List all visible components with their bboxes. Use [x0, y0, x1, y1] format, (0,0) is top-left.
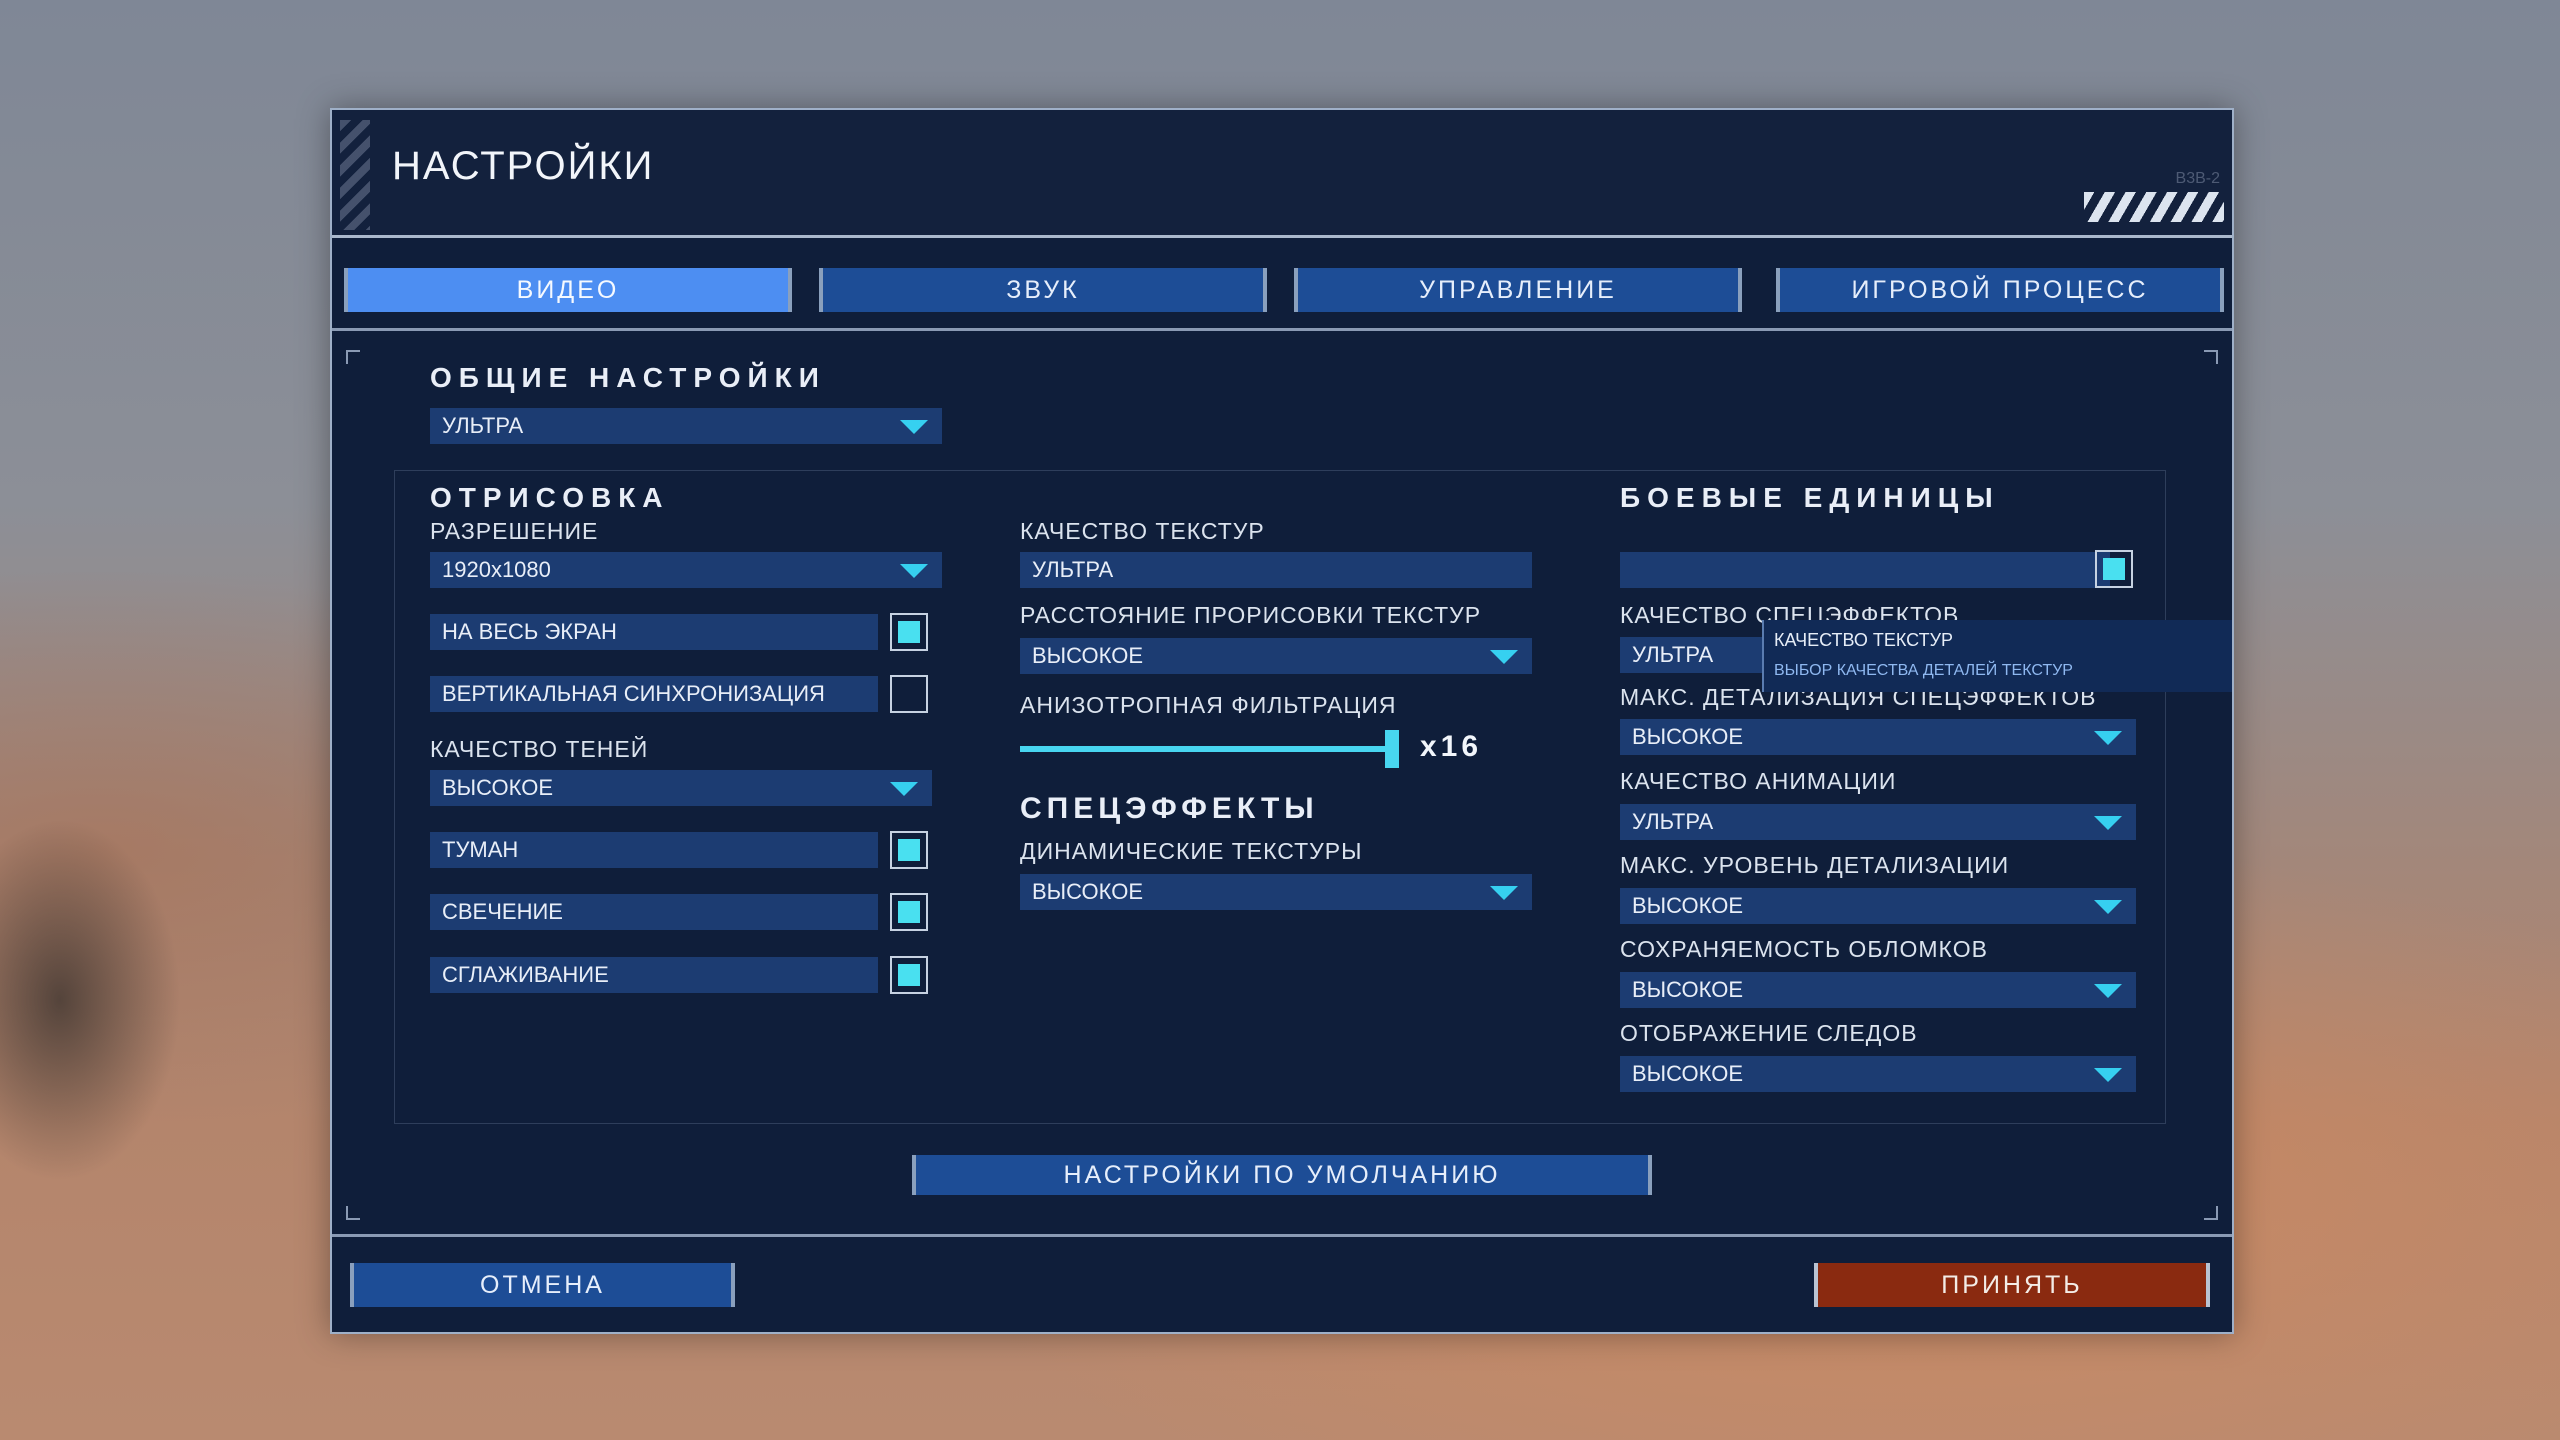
antialiasing-label: СГЛАЖИВАНИЕ — [442, 962, 609, 987]
effects-title: СПЕЦЭФФЕКТЫ — [1020, 792, 1319, 825]
chevron-down-icon — [2094, 900, 2122, 914]
rendering-title: ОТРИСОВКА — [430, 482, 670, 513]
tooltip-title: КАЧЕСТВО ТЕКСТУР — [1774, 630, 1954, 650]
animation-quality-label: КАЧЕСТВО АНИМАЦИИ — [1620, 768, 1897, 794]
texture-quality-value: УЛЬТРА — [1032, 557, 1114, 582]
window-header: НАСТРОЙКИ B3B-2 — [332, 110, 2232, 238]
shadows-dropdown[interactable]: ВЫСОКОЕ — [430, 770, 932, 806]
chevron-down-icon — [900, 420, 928, 434]
units-top-checkbox[interactable] — [2095, 550, 2133, 588]
shadows-value: ВЫСОКОЕ — [442, 775, 554, 800]
fullscreen-row: НА ВЕСЬ ЭКРАН — [430, 614, 878, 650]
tab-sound[interactable]: ЗВУК — [819, 268, 1267, 312]
chevron-down-icon — [2094, 984, 2122, 998]
header-stripes-decor — [340, 120, 370, 230]
dynamic-textures-label: ДИНАМИЧЕСКИЕ ТЕКСТУРЫ — [1020, 838, 1363, 864]
chevron-down-icon — [890, 782, 918, 796]
chevron-down-icon — [2094, 816, 2122, 830]
lod-value: ВЫСОКОЕ — [1632, 893, 1744, 918]
anisotropic-label: АНИЗОТРОПНАЯ ФИЛЬТРАЦИЯ — [1020, 692, 1397, 718]
tab-controls[interactable]: УПРАВЛЕНИЕ — [1294, 268, 1742, 312]
bottom-divider — [332, 1234, 2232, 1237]
settings-window: НАСТРОЙКИ B3B-2 ВИДЕО ЗВУК УПРАВЛЕНИЕ ИГ… — [330, 108, 2234, 1334]
anisotropic-value: x16 — [1420, 730, 1483, 763]
frame-corner — [346, 350, 360, 364]
glow-checkbox[interactable] — [890, 893, 928, 931]
debris-dropdown[interactable]: ВЫСОКОЕ — [1620, 972, 2136, 1008]
dynamic-textures-value: ВЫСОКОЕ — [1032, 879, 1144, 904]
tracks-label: ОТОБРАЖЕНИЕ СЛЕДОВ — [1620, 1020, 1918, 1046]
resolution-dropdown[interactable]: 1920x1080 — [430, 552, 942, 588]
texture-quality-tooltip: КАЧЕСТВО ТЕКСТУР ВЫБОР КАЧЕСТВА ДЕТАЛЕЙ … — [1762, 620, 2232, 692]
preset-value: УЛЬТРА — [442, 413, 524, 438]
anisotropic-slider-fill — [1020, 746, 1392, 752]
debris-value: ВЫСОКОЕ — [1632, 977, 1744, 1002]
units-title: БОЕВЫЕ ЕДИНИЦЫ — [1620, 482, 2000, 513]
tab-divider — [332, 328, 2232, 331]
tab-video[interactable]: ВИДЕО — [344, 268, 792, 312]
fog-row: ТУМАН — [430, 832, 878, 868]
chevron-down-icon — [2094, 731, 2122, 745]
lod-label: МАКС. УРОВЕНЬ ДЕТАЛИЗАЦИИ — [1620, 852, 2010, 878]
texture-quality-label: КАЧЕСТВО ТЕКСТУР — [1020, 518, 1265, 544]
texture-quality-dropdown[interactable]: УЛЬТРА — [1020, 552, 1532, 588]
hazard-stripes-decor — [2084, 192, 2224, 222]
antialiasing-checkbox[interactable] — [890, 956, 928, 994]
header-code: B3B-2 — [2175, 170, 2220, 187]
page-title: НАСТРОЙКИ — [392, 144, 655, 188]
resolution-label: РАЗРЕШЕНИЕ — [430, 518, 599, 544]
fog-checkbox[interactable] — [890, 831, 928, 869]
tracks-value: ВЫСОКОЕ — [1632, 1061, 1744, 1086]
fx-detail-dropdown[interactable]: ВЫСОКОЕ — [1620, 719, 2136, 755]
units-top-field — [1620, 552, 2110, 588]
lod-dropdown[interactable]: ВЫСОКОЕ — [1620, 888, 2136, 924]
fullscreen-label: НА ВЕСЬ ЭКРАН — [442, 619, 617, 644]
shadows-label: КАЧЕСТВО ТЕНЕЙ — [430, 736, 649, 762]
frame-corner — [2204, 350, 2218, 364]
texture-distance-value: ВЫСОКОЕ — [1032, 643, 1144, 668]
texture-distance-dropdown[interactable]: ВЫСОКОЕ — [1020, 638, 1532, 674]
vsync-row: ВЕРТИКАЛЬНАЯ СИНХРОНИЗАЦИЯ — [430, 676, 878, 712]
animation-quality-value: УЛЬТРА — [1632, 809, 1714, 834]
vsync-label: ВЕРТИКАЛЬНАЯ СИНХРОНИЗАЦИЯ — [442, 681, 825, 706]
vsync-checkbox[interactable] — [890, 675, 928, 713]
tab-gameplay[interactable]: ИГРОВОЙ ПРОЦЕСС — [1776, 268, 2224, 312]
frame-corner — [346, 1206, 360, 1220]
chevron-down-icon — [900, 564, 928, 578]
antialiasing-row: СГЛАЖИВАНИЕ — [430, 957, 878, 993]
tracks-dropdown[interactable]: ВЫСОКОЕ — [1620, 1056, 2136, 1092]
preset-dropdown[interactable]: УЛЬТРА — [430, 408, 942, 444]
chevron-down-icon — [1490, 650, 1518, 664]
texture-distance-label: РАССТОЯНИЕ ПРОРИСОВКИ ТЕКСТУР — [1020, 602, 1482, 628]
anisotropic-slider-thumb[interactable] — [1385, 730, 1399, 768]
resolution-value: 1920x1080 — [442, 557, 551, 582]
fog-label: ТУМАН — [442, 837, 519, 862]
chevron-down-icon — [2094, 1068, 2122, 1082]
fx-detail-value: ВЫСОКОЕ — [1632, 724, 1744, 749]
cancel-button[interactable]: ОТМЕНА — [350, 1263, 735, 1307]
background-vehicle — [0, 740, 300, 1260]
debris-label: СОХРАНЯЕМОСТЬ ОБЛОМКОВ — [1620, 936, 1988, 962]
reset-defaults-button[interactable]: НАСТРОЙКИ ПО УМОЛЧАНИЮ — [912, 1155, 1652, 1195]
tab-bar: ВИДЕО ЗВУК УПРАВЛЕНИЕ ИГРОВОЙ ПРОЦЕСС — [344, 268, 2224, 312]
animation-quality-dropdown[interactable]: УЛЬТРА — [1620, 804, 2136, 840]
glow-label: СВЕЧЕНИЕ — [442, 899, 563, 924]
general-settings-title: ОБЩИЕ НАСТРОЙКИ — [430, 362, 826, 393]
fullscreen-checkbox[interactable] — [890, 613, 928, 651]
chevron-down-icon — [1490, 886, 1518, 900]
dynamic-textures-dropdown[interactable]: ВЫСОКОЕ — [1020, 874, 1532, 910]
tooltip-description: ВЫБОР КАЧЕСТВА ДЕТАЛЕЙ ТЕКСТУР — [1774, 662, 2073, 679]
fx-quality-value: УЛЬТРА — [1632, 642, 1714, 667]
glow-row: СВЕЧЕНИЕ — [430, 894, 878, 930]
accept-button[interactable]: ПРИНЯТЬ — [1814, 1263, 2210, 1307]
frame-corner — [2204, 1206, 2218, 1220]
